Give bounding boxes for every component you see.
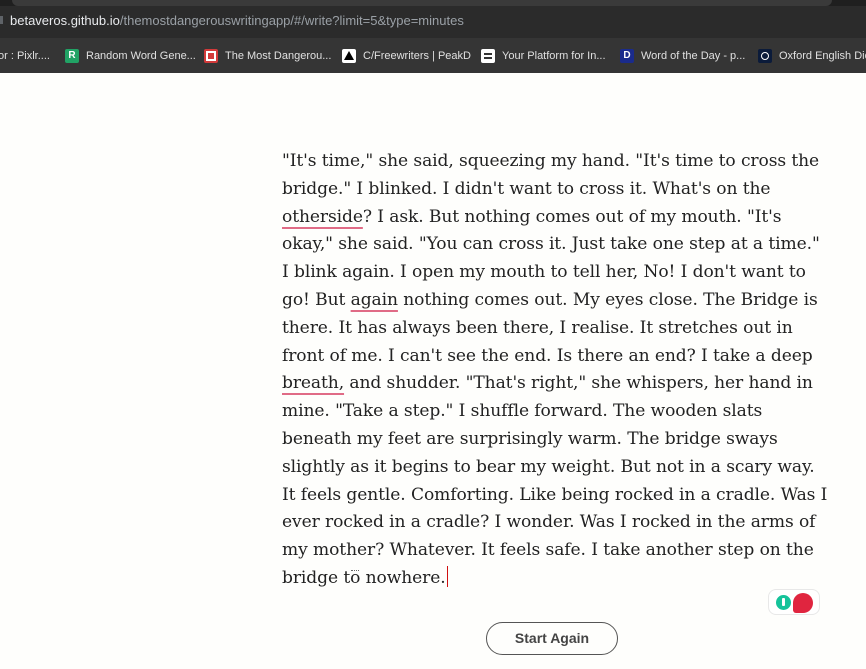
editor-artifact xyxy=(351,570,359,572)
bookmark-label: Word of the Day - p... xyxy=(641,50,746,62)
bookmark-random-word[interactable]: R Random Word Gene... xyxy=(65,47,196,65)
browser-address-bar[interactable]: betaveros.github.io/themostdangerouswrit… xyxy=(0,0,866,38)
grammarly-widget[interactable] xyxy=(768,589,820,615)
bookmark-most-dangerous[interactable]: The Most Dangerou... xyxy=(204,47,331,65)
bookmark-label: or : Pixlr.... xyxy=(0,50,50,62)
bookmark-word-of-day[interactable]: D Word of the Day - p... xyxy=(620,47,745,65)
word-of-day-icon: D xyxy=(620,49,634,63)
misspelled-word[interactable]: otherside xyxy=(282,207,363,227)
bookmark-label: Oxford English Dic xyxy=(779,50,866,62)
grammarly-icon[interactable] xyxy=(793,593,813,613)
bookmark-label: Your Platform for In... xyxy=(502,50,606,62)
text-caret xyxy=(446,565,448,587)
misspelled-word[interactable]: breath, xyxy=(282,373,344,393)
bookmark-pixlr[interactable]: or : Pixlr.... xyxy=(0,47,50,65)
bookmark-label: C/Freewriters | PeakD xyxy=(363,50,471,62)
active-tab-edge xyxy=(12,0,832,6)
bookmark-oxford[interactable]: Oxford English Dic xyxy=(758,47,866,65)
bookmark-label: Random Word Gene... xyxy=(86,50,196,62)
editor-text: "It's time," she said, squeezing my hand… xyxy=(282,151,820,199)
peakd-icon xyxy=(342,49,356,63)
tab-strip xyxy=(0,0,866,6)
bookmark-platform[interactable]: Your Platform for In... xyxy=(481,47,606,65)
misspelled-word[interactable]: again xyxy=(351,290,398,310)
random-word-icon: R xyxy=(65,49,79,63)
bookmark-label: The Most Dangerou... xyxy=(225,50,332,62)
lightbulb-icon[interactable] xyxy=(776,595,791,610)
platform-icon xyxy=(481,49,495,63)
url-path: /themostdangerouswritingapp/#/write?limi… xyxy=(119,13,464,28)
most-dangerous-icon xyxy=(204,49,218,63)
url-text[interactable]: betaveros.github.io/themostdangerouswrit… xyxy=(10,13,464,28)
bookmark-peakd[interactable]: C/Freewriters | PeakD xyxy=(342,47,471,65)
chevron-left-icon xyxy=(0,16,3,24)
oxford-icon xyxy=(758,49,772,63)
editor-text: and shudder. "That's right," she whisper… xyxy=(282,373,828,588)
start-again-button[interactable]: Start Again xyxy=(486,622,618,655)
url-host: betaveros.github.io xyxy=(10,13,120,28)
writing-editor[interactable]: "It's time," she said, squeezing my hand… xyxy=(282,148,830,593)
bookmarks-bar: or : Pixlr.... R Random Word Gene... The… xyxy=(0,38,866,73)
